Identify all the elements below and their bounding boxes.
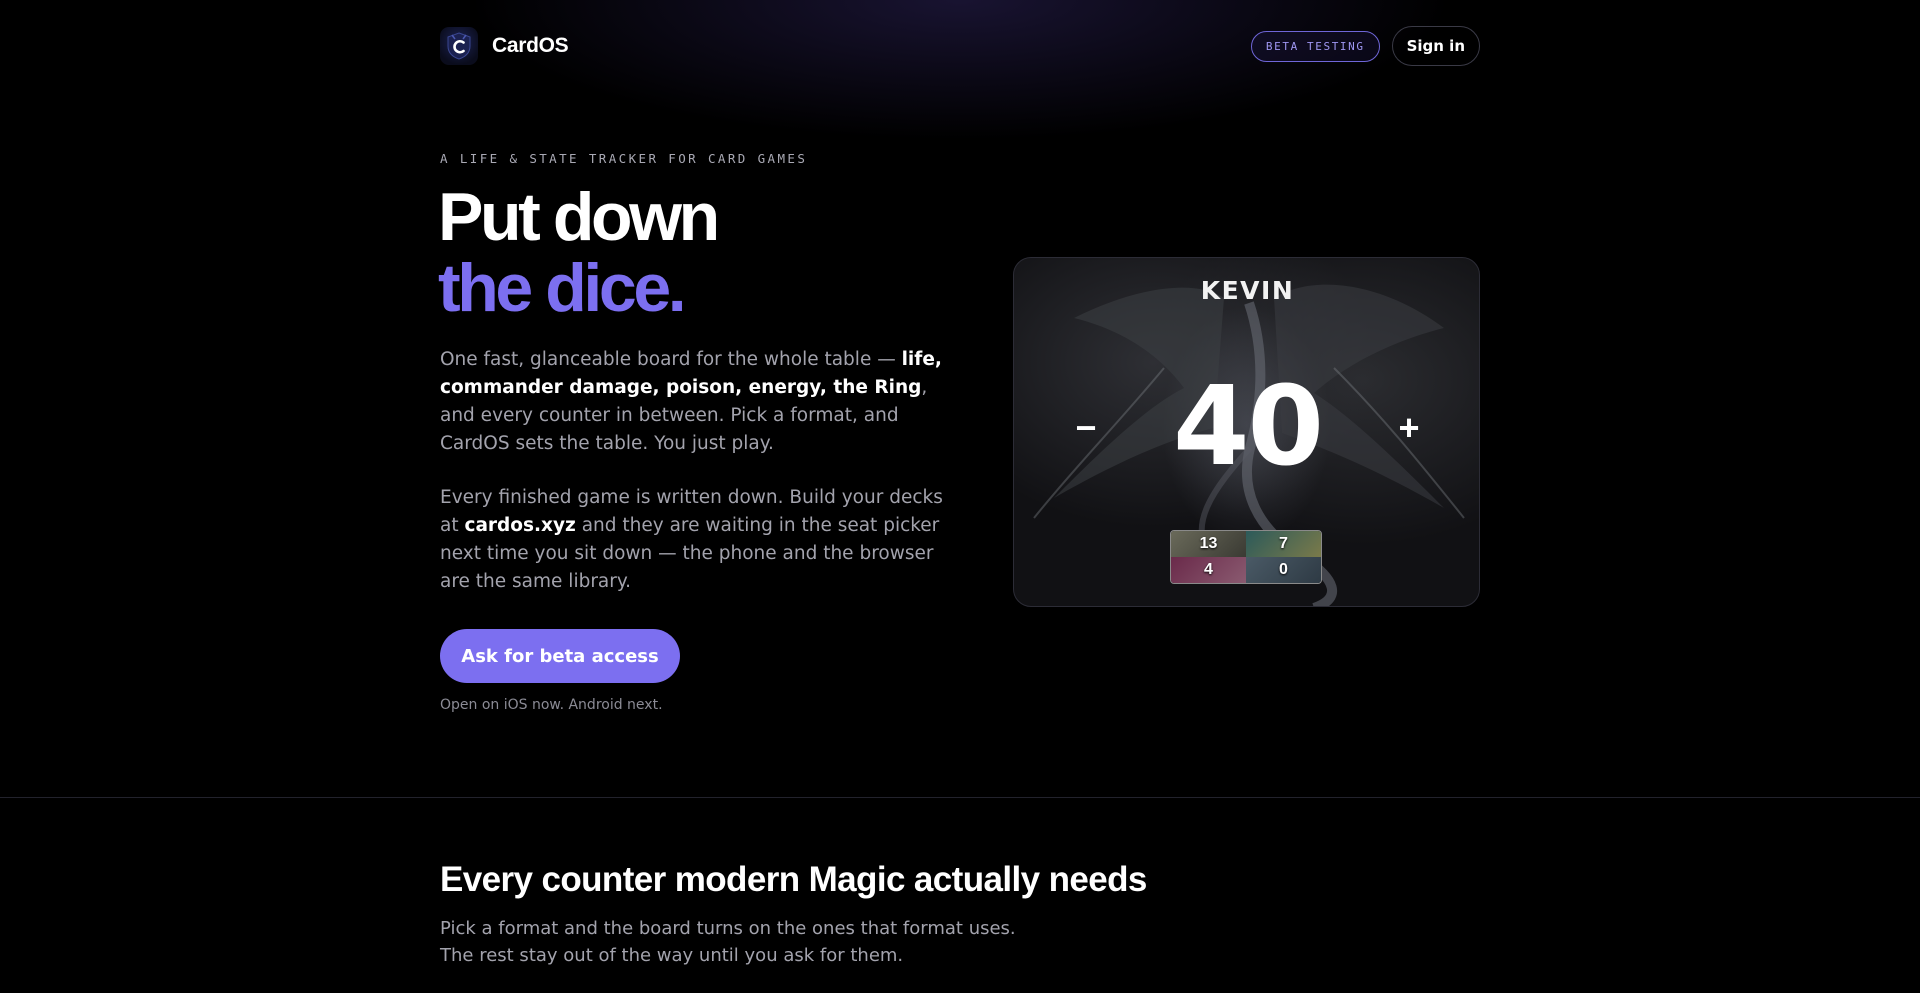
player-life-card: KEVIN − 40 + 13 7 4 0 [1013, 257, 1480, 607]
brand-name: CardOS [492, 34, 569, 57]
section-title: Every counter modern Magic actually need… [440, 860, 1147, 899]
hero-kicker: A LIFE & STATE TRACKER FOR CARD GAMES [440, 151, 808, 166]
increase-life-button[interactable]: + [1389, 408, 1429, 448]
headline-line-1: Put down [438, 179, 720, 255]
hero-headline: Put down the dice. [438, 179, 720, 326]
hero-description: One fast, glanceable board for the whole… [440, 346, 965, 458]
beta-testing-badge: BETA TESTING [1250, 30, 1380, 62]
counter-tile[interactable]: 4 [1171, 557, 1246, 583]
counter-tile[interactable]: 0 [1246, 557, 1321, 583]
counter-tile[interactable]: 7 [1246, 531, 1321, 557]
site-header: CardOS BETA TESTING Sign in [440, 26, 1480, 66]
shield-logo-icon [440, 27, 478, 65]
section-subtitle-1: Pick a format and the board turns on the… [440, 918, 1016, 939]
headline-line-2: the dice. [438, 250, 687, 326]
sign-in-button[interactable]: Sign in [1391, 26, 1480, 66]
counter-grid: 13 7 4 0 [1170, 530, 1322, 584]
player-name: KEVIN [1200, 276, 1295, 305]
beta-access-button[interactable]: Ask for beta access [440, 629, 680, 683]
section-subtitle-2: The rest stay out of the way until you a… [440, 945, 904, 966]
platform-note: Open on iOS now. Android next. [440, 697, 663, 713]
p1-intro: One fast, glanceable board for the whole… [440, 349, 902, 370]
counter-tile[interactable]: 13 [1171, 531, 1246, 557]
hero-library-text: Every finished game is written down. Bui… [440, 484, 965, 596]
brand[interactable]: CardOS [440, 27, 569, 65]
header-actions: BETA TESTING Sign in [1250, 26, 1480, 66]
section-divider [0, 797, 1920, 798]
cardos-domain: cardos.xyz [464, 515, 576, 536]
